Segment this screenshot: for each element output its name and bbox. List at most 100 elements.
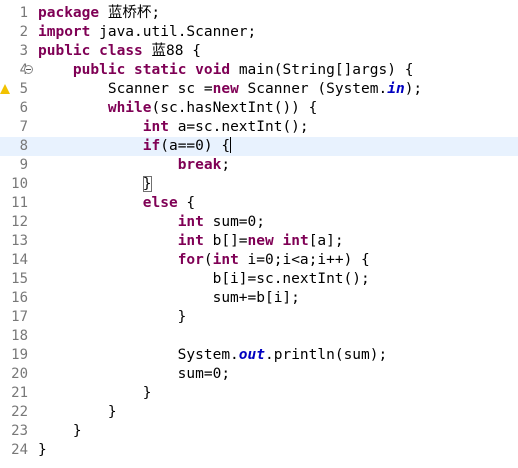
code-text[interactable]: for(int i=0;i<a;i++) { [38, 251, 370, 270]
code-token: Scanner sc = [38, 81, 213, 97]
code-line[interactable]: 21 } [0, 384, 518, 403]
code-token: sum=0; [203, 214, 265, 230]
code-token: (sc.hasNextInt()) { [151, 100, 318, 116]
keyword-token: int [177, 233, 204, 249]
line-number: 22 [11, 404, 28, 420]
line-number: 10 [11, 176, 28, 192]
line-number: 11 [11, 195, 28, 211]
code-text[interactable]: } [38, 441, 47, 460]
code-token: Scanner (System. [238, 81, 388, 97]
code-token: sum=0; [38, 366, 231, 382]
keyword-token: if [142, 138, 161, 154]
code-line[interactable]: 19 System.out.println(sum); [0, 346, 518, 365]
code-text[interactable]: int a=sc.nextInt(); [38, 118, 309, 137]
code-token: .println(sum); [265, 347, 388, 363]
code-text[interactable]: Scanner sc =new Scanner (System.in); [38, 80, 422, 99]
code-token: } [38, 309, 187, 325]
code-text[interactable]: sum=0; [38, 365, 230, 384]
keyword-token: for [177, 252, 204, 268]
code-token: java.util.Scanner; [90, 24, 257, 40]
line-number: 24 [11, 442, 28, 458]
text-cursor [230, 137, 232, 153]
code-line[interactable]: 5 Scanner sc =new Scanner (System.in); [0, 80, 518, 99]
code-token: ( [203, 252, 213, 268]
code-text[interactable]: b[i]=sc.nextInt(); [38, 270, 370, 289]
keyword-token: else [142, 195, 178, 211]
code-line[interactable]: 10 } [0, 175, 518, 194]
code-line[interactable]: 8 if(a==0) { [0, 137, 518, 156]
code-line[interactable]: 17 } [0, 308, 518, 327]
code-text[interactable]: } [38, 308, 187, 327]
code-line[interactable]: 14 for(int i=0;i<a;i++) { [0, 251, 518, 270]
code-text[interactable]: int b[]=new int[a]; [38, 232, 344, 251]
line-number: 16 [11, 290, 28, 306]
matching-bracket: } [142, 176, 152, 192]
code-token: } [38, 423, 82, 439]
code-token: } [38, 442, 47, 458]
code-text[interactable]: else { [38, 194, 195, 213]
code-line[interactable]: 3 public class 蓝88 { [0, 42, 518, 61]
code-text[interactable]: } [38, 175, 152, 194]
code-line[interactable]: 9 break; [0, 156, 518, 175]
code-text[interactable]: } [38, 384, 152, 403]
keyword-token: new [212, 81, 239, 97]
code-token: b[i]=sc.nextInt(); [38, 271, 370, 287]
line-number: 3 [19, 43, 28, 59]
code-token: ); [404, 81, 423, 97]
code-line[interactable]: 23 } [0, 422, 518, 441]
code-text[interactable]: while(sc.hasNextInt()) { [38, 99, 318, 118]
keyword-token: int [282, 233, 309, 249]
code-line[interactable]: 7 int a=sc.nextInt(); [0, 118, 518, 137]
code-token: } [38, 404, 117, 420]
code-token: i=0;i<a;i++) { [238, 252, 370, 268]
code-text[interactable]: sum+=b[i]; [38, 289, 300, 308]
code-token: [a]; [308, 233, 344, 249]
code-token: 蓝桥杯; [99, 5, 161, 21]
code-line[interactable]: 20 sum=0; [0, 365, 518, 384]
code-line[interactable]: 22 } [0, 403, 518, 422]
keyword-token: void [195, 62, 231, 78]
code-text[interactable]: int sum=0; [38, 213, 265, 232]
code-text[interactable]: } [38, 422, 82, 441]
code-line[interactable]: 6 while(sc.hasNextInt()) { [0, 99, 518, 118]
keyword-token: int [177, 214, 204, 230]
code-line[interactable]: 11 else { [0, 194, 518, 213]
code-line[interactable]: 16 sum+=b[i]; [0, 289, 518, 308]
code-text[interactable]: import java.util.Scanner; [38, 23, 256, 42]
line-number: 14 [11, 252, 28, 268]
code-text[interactable]: break; [38, 156, 230, 175]
keyword-token: break [177, 157, 222, 173]
static-field-token: out [238, 347, 265, 363]
code-editor[interactable]: 1 package 蓝桥杯; 2 import java.util.Scanner; 3… [0, 0, 518, 468]
collapse-fold-icon[interactable] [24, 65, 33, 74]
line-number: 19 [11, 347, 28, 363]
code-line[interactable]: 24} [0, 441, 518, 460]
code-line[interactable]: 18 [0, 327, 518, 346]
code-text[interactable]: System.out.println(sum); [38, 346, 388, 365]
line-number: 18 [11, 328, 28, 344]
code-text[interactable]: package 蓝桥杯; [38, 4, 160, 23]
code-line[interactable]: 13 int b[]=new int[a]; [0, 232, 518, 251]
code-text[interactable]: public static void main(String[]args) { [38, 61, 414, 80]
code-text[interactable]: } [38, 403, 117, 422]
code-token: { [177, 195, 196, 211]
code-line[interactable]: 15 b[i]=sc.nextInt(); [0, 270, 518, 289]
code-line[interactable]: 4 public static void main(String[]args) … [0, 61, 518, 80]
code-text[interactable]: if(a==0) { [38, 137, 232, 156]
code-line[interactable]: 1 package 蓝桥杯; [0, 4, 518, 23]
code-text[interactable]: public class 蓝88 { [38, 42, 201, 61]
code-line[interactable]: 12 int sum=0; [0, 213, 518, 232]
warning-icon[interactable] [0, 84, 10, 94]
code-token: (a==0) { [160, 138, 231, 154]
code-line[interactable]: 2 import java.util.Scanner; [0, 23, 518, 42]
